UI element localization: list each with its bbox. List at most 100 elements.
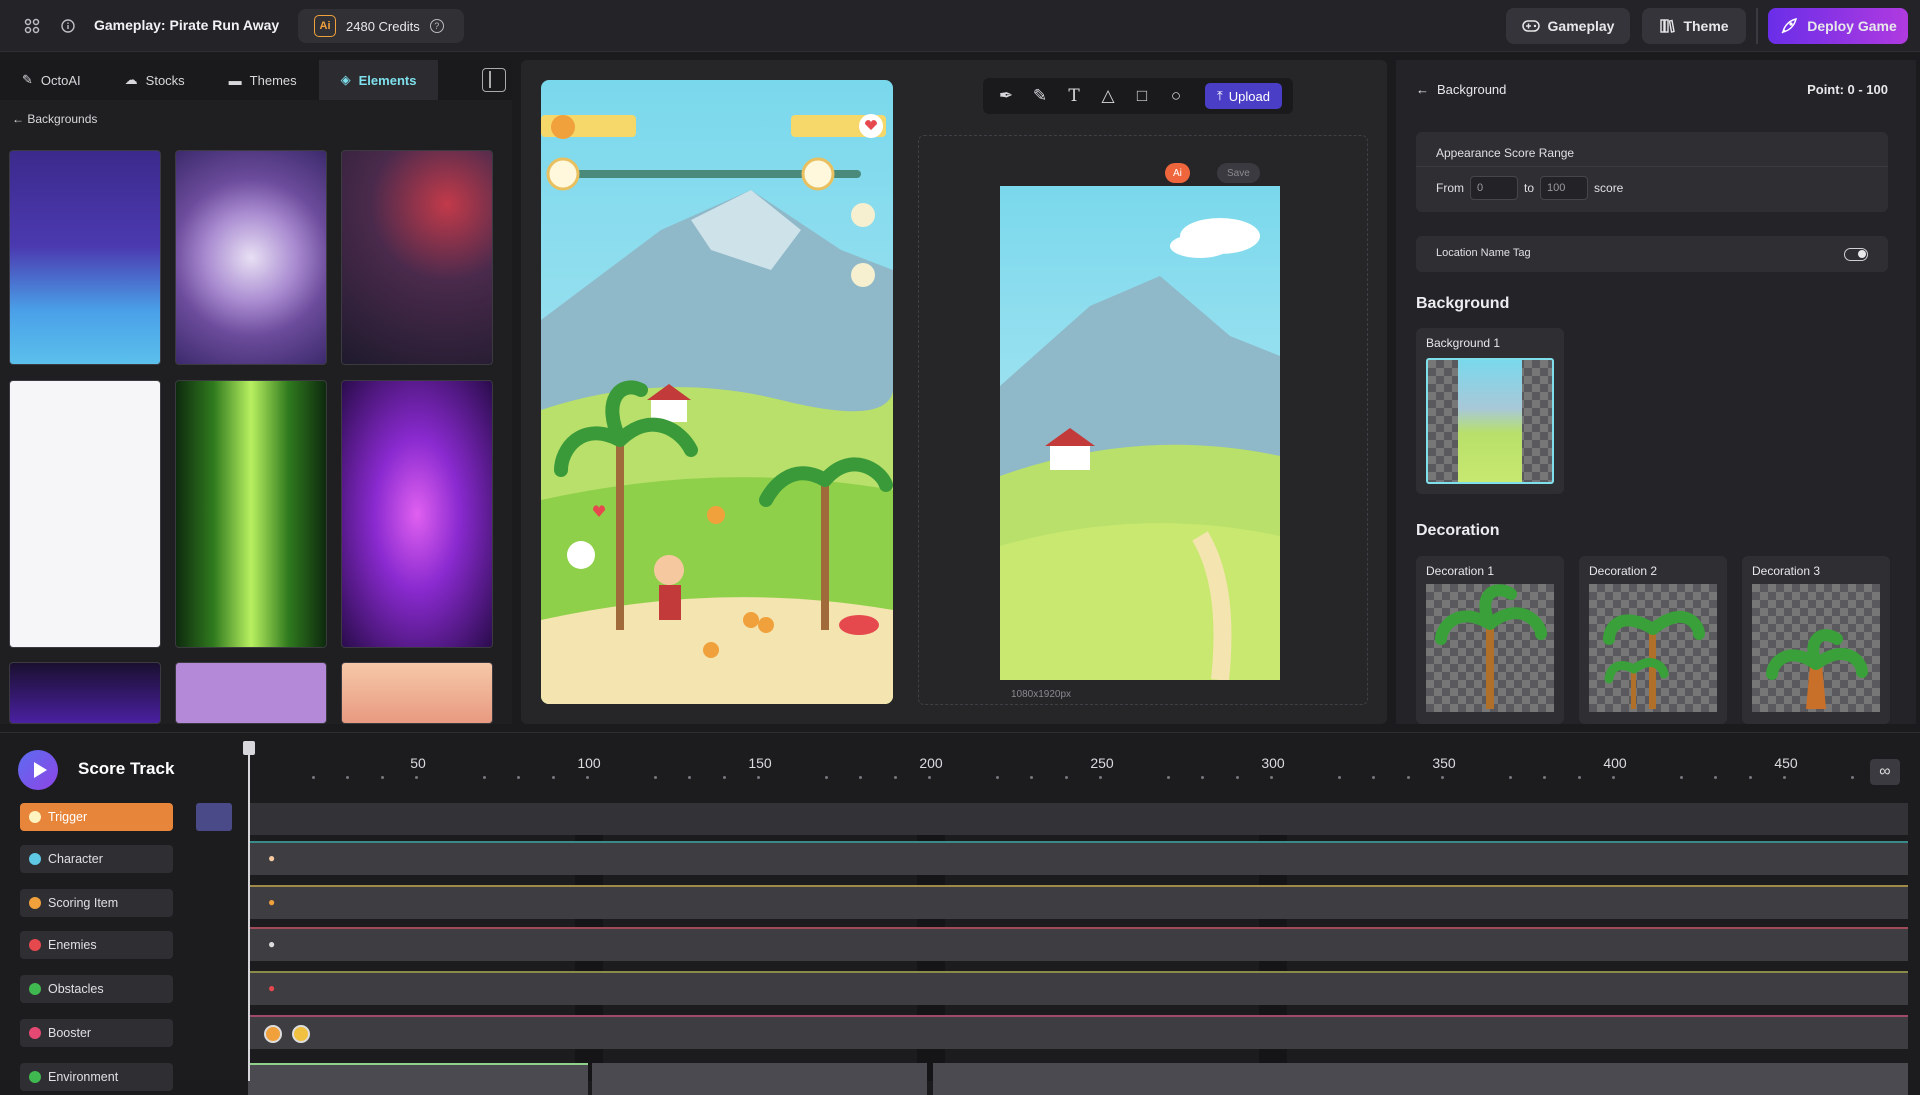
palm-tree-icon: [1603, 610, 1705, 709]
track-row-scoring-item[interactable]: Scoring Item: [20, 889, 173, 917]
tick-label: 50: [410, 755, 426, 771]
collapse-panel-icon[interactable]: [482, 68, 506, 92]
tab-label: Themes: [249, 72, 297, 88]
character-marker[interactable]: ●: [268, 851, 275, 865]
palm-tree-icon: [1766, 629, 1868, 709]
background-preview-image: [1000, 186, 1280, 680]
tab-themes[interactable]: ▬ Themes: [207, 60, 319, 100]
track-lane-enemies[interactable]: [248, 929, 1908, 961]
background-thumbnail[interactable]: [341, 150, 493, 365]
square-icon[interactable]: □: [1131, 85, 1153, 107]
back-arrow-icon: ←: [1416, 82, 1429, 97]
ruler-dot: [1406, 776, 1410, 779]
text-icon[interactable]: T: [1063, 85, 1085, 107]
decoration-tile[interactable]: Decoration 2: [1579, 556, 1727, 724]
background-thumbnail[interactable]: [175, 380, 327, 648]
track-row-environment[interactable]: Environment: [20, 1063, 173, 1091]
info-icon[interactable]: [54, 12, 82, 40]
track-row-character[interactable]: Character: [20, 845, 173, 873]
help-icon[interactable]: ?: [429, 19, 444, 33]
ruler-dot: [517, 776, 521, 779]
ruler-dot: [1372, 776, 1376, 779]
booster-icon: [29, 1027, 41, 1039]
crab-marker[interactable]: ●: [268, 981, 275, 995]
to-input[interactable]: 100: [1540, 176, 1589, 200]
track-lane-scoring-item[interactable]: [248, 887, 1908, 919]
page-title: Gameplay: Pirate Run Away: [94, 17, 280, 33]
eye-icon[interactable]: [196, 803, 232, 831]
location-tag-toggle[interactable]: [1844, 248, 1868, 261]
triangle-icon[interactable]: △: [1097, 85, 1119, 107]
enemy-marker[interactable]: ●: [268, 937, 275, 951]
track-lane-trigger[interactable]: [248, 803, 1908, 835]
track-lane-booster[interactable]: [248, 1017, 1908, 1049]
track-row-enemies[interactable]: Enemies: [20, 931, 173, 959]
breadcrumb[interactable]: ← Backgrounds: [12, 112, 97, 126]
credits-display[interactable]: Ai 2480 Credits ?: [298, 9, 464, 43]
ruler-dot: [483, 776, 487, 779]
ruler-dot: [756, 776, 760, 779]
gameplay-button[interactable]: Gameplay: [1506, 8, 1630, 44]
location-tag-card: Location Name Tag: [1416, 236, 1888, 272]
ruler-dot: [1440, 776, 1444, 779]
playhead-handle[interactable]: [243, 741, 255, 755]
background-tile-label: Background 1: [1426, 336, 1501, 350]
deploy-game-button[interactable]: Deploy Game: [1768, 8, 1908, 44]
background-thumbnail[interactable]: [341, 380, 493, 648]
back-to-background[interactable]: ← Background: [1416, 82, 1506, 97]
track-row-obstacles[interactable]: Obstacles: [20, 975, 173, 1003]
background-tile[interactable]: Background 1: [1416, 328, 1564, 494]
gameplay-label: Gameplay: [1547, 18, 1615, 34]
track-lane-obstacles[interactable]: [248, 973, 1908, 1005]
background-thumbnail[interactable]: [9, 380, 161, 648]
environment-segment[interactable]: [248, 1063, 588, 1095]
from-input[interactable]: 0: [1470, 176, 1518, 200]
upload-button[interactable]: ⤒ Upload: [1205, 83, 1282, 109]
track-row-booster[interactable]: Booster: [20, 1019, 173, 1047]
background-thumbnail[interactable]: [9, 662, 161, 724]
theme-button[interactable]: Theme: [1642, 8, 1746, 44]
pen-icon[interactable]: ✒: [995, 85, 1017, 107]
tab-octoai[interactable]: ✎ OctoAI: [0, 60, 103, 100]
pencil-icon[interactable]: ✎: [1029, 85, 1051, 107]
top-bar: Gameplay: Pirate Run Away Ai 2480 Credit…: [0, 0, 1920, 52]
decoration-tile[interactable]: Decoration 3: [1742, 556, 1890, 724]
score-range-card: Appearance Score Range From 0 to 100 sco…: [1416, 132, 1888, 212]
tick-label: 100: [577, 755, 601, 771]
ai-generate-chip[interactable]: Ai: [1165, 163, 1190, 183]
score-ruler[interactable]: 50 100 150 200 250 300 350 400 450: [248, 733, 1920, 805]
save-chip[interactable]: Save: [1217, 163, 1260, 183]
background-tile-image: [1458, 360, 1522, 482]
background-thumbnail[interactable]: [175, 662, 327, 724]
background-preview[interactable]: [1000, 186, 1280, 680]
environment-segment[interactable]: [933, 1063, 1908, 1095]
cloud-icon: ☁: [124, 72, 138, 87]
track-lane-character[interactable]: [248, 843, 1908, 875]
play-button[interactable]: [18, 750, 58, 790]
environment-segment[interactable]: [592, 1063, 927, 1095]
tab-elements[interactable]: ◈ Elements: [318, 60, 439, 100]
card-divider: [1416, 166, 1888, 167]
coin-marker[interactable]: ●: [268, 895, 275, 909]
game-preview[interactable]: [541, 80, 893, 704]
panel-tabs: ✎ OctoAI ☁ Stocks ▬ Themes ◈ Elements: [0, 60, 512, 100]
grid-menu-icon[interactable]: [18, 12, 46, 40]
background-thumbnail[interactable]: [9, 150, 161, 365]
circle-icon[interactable]: ○: [1165, 85, 1187, 107]
gamepad-icon: [1521, 20, 1540, 32]
background-thumbnail[interactable]: [175, 150, 327, 365]
upload-label: Upload: [1228, 88, 1270, 104]
track-row-trigger[interactable]: Trigger: [20, 803, 173, 831]
sparkle-icon: [29, 811, 41, 823]
ruler-dot: [1611, 776, 1615, 779]
point-range-label: Point: 0 - 100: [1807, 82, 1888, 97]
ruler-dot: [859, 776, 863, 779]
decoration-tile[interactable]: Decoration 1: [1416, 556, 1564, 724]
background-thumbnail[interactable]: [341, 662, 493, 724]
infinity-toggle[interactable]: ∞: [1870, 759, 1900, 785]
background-section-title: Background: [1416, 295, 1510, 312]
tab-stocks[interactable]: ☁ Stocks: [103, 60, 207, 100]
shield-marker[interactable]: [264, 1025, 282, 1043]
lightning-marker[interactable]: [292, 1025, 310, 1043]
ai-credits-icon: Ai: [314, 15, 336, 37]
